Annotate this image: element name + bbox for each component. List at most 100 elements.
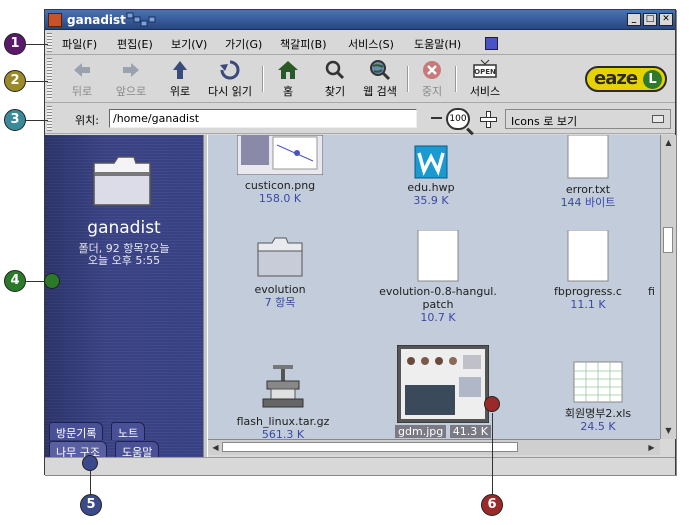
file-name: fbprogress.c [554,285,622,298]
file-name: evolution-0.8-hangul. [379,285,497,298]
file-item[interactable]: 회원명부2.xls 24.5 K [538,361,658,433]
file-name: fi [648,285,655,298]
reload-button[interactable]: 다시 읽기 [203,59,257,99]
up-button[interactable]: 위로 [165,59,195,99]
reload-icon [220,60,240,80]
toolbar-separator [262,66,264,92]
file-size: 561.3 K [261,428,305,439]
app-icon [48,13,62,27]
title-logo-icon [126,12,156,27]
file-item[interactable]: gdm.jpg 41.3 K [378,345,508,438]
file-name-line2: patch [422,298,454,311]
file-name: evolution [254,283,306,296]
eazel-logo-text: eaze [594,68,638,89]
c-source-document-icon [567,230,609,282]
file-size: 144 바이트 [560,196,616,209]
menu-edit[interactable]: 편집(E) [117,36,153,52]
menu-view[interactable]: 보기(V) [171,36,207,52]
file-item[interactable]: fi [648,285,660,298]
sidebar-tab-tree[interactable]: 나무 구조 [49,441,107,457]
menu-file[interactable]: 파일(F) [62,36,97,52]
open-sign-icon: OPEN [473,59,497,78]
image-thumbnail-icon [237,135,323,175]
callout-6: 6 [481,494,503,516]
scroll-right-icon[interactable]: ▶ [646,442,657,453]
file-item[interactable]: error.txt 144 바이트 [528,135,648,209]
search-icon [325,60,345,80]
file-item[interactable]: evolution 7 항목 [220,237,340,309]
patch-document-icon [417,230,459,282]
view-mode-select[interactable]: Icons 로 보기 [505,109,671,129]
location-input[interactable] [109,109,417,128]
sidebar-folder-name: ganadist [87,218,161,238]
callout-line [26,81,48,82]
toolbar-separator [407,66,409,92]
callout-1: 1 [4,33,26,55]
web-search-icon [370,60,391,81]
vertical-scrollbar[interactable]: ▲ ▼ [660,135,676,439]
view-mode-label: Icons 로 보기 [511,115,578,128]
callout-6-marker [484,396,500,412]
menu-help[interactable]: 도움말(H) [414,36,461,52]
locationbar-grip[interactable] [47,106,52,131]
zoom-out-button[interactable] [431,117,442,119]
eazel-logo[interactable]: eaze L [585,66,667,92]
scroll-up-icon[interactable]: ▲ [663,137,674,148]
title-bar[interactable]: ganadist _ □ ✕ [45,10,675,30]
menu-bookmarks[interactable]: 책갈피(B) [280,36,327,52]
toolbar-grip[interactable] [47,58,52,100]
home-button[interactable]: 홈 [273,59,303,99]
dropdown-icon [652,115,664,123]
file-size: 24.5 K [580,420,616,433]
scroll-left-icon[interactable]: ◀ [210,442,221,453]
file-size: 10.7 K [420,311,456,324]
services-button[interactable]: OPEN 서비스 [465,59,505,99]
stop-button[interactable]: 중지 [417,59,447,99]
eazel-logo-l: L [643,70,662,89]
maximize-button[interactable]: □ [643,13,657,26]
file-item[interactable]: evolution-0.8-hangul. patch 10.7 K [368,230,508,324]
jpg-thumbnail-icon [397,345,489,423]
callout-5-marker [82,455,98,471]
sidebar: ganadist 폴더, 92 항목?오늘 오늘 오후 5:55 방문기록 노트… [45,135,203,457]
back-button[interactable]: 뒤로 [67,59,97,99]
web-search-button[interactable]: 웹 검색 [358,59,402,99]
spreadsheet-icon [573,361,623,403]
file-size: 158.0 K [258,192,302,205]
file-item[interactable]: custicon.png 158.0 K [220,135,340,205]
zoom-in-button[interactable] [480,111,497,128]
callout-line [26,120,48,121]
forward-button[interactable]: 앞으로 [109,59,153,99]
file-size: 7 항목 [264,296,296,309]
hwp-document-icon [414,145,448,179]
menubar-grip[interactable] [47,33,52,52]
file-item[interactable]: flash_linux.tar.gz 561.3 K [218,365,348,439]
file-item[interactable]: fbprogress.c 11.1 K [528,230,648,311]
file-name: 회원명부2.xls [564,407,632,420]
callout-3: 3 [4,109,26,131]
close-button[interactable]: ✕ [659,13,673,26]
zoom-level[interactable]: 100 [446,108,470,130]
menu-services[interactable]: 서비스(S) [348,36,394,52]
file-manager-window: ganadist _ □ ✕ 파일(F) 편집(E) 보기(V) 가기(G) 책… [44,9,676,475]
menu-extra-icon[interactable] [485,37,498,50]
up-arrow-icon [173,61,187,79]
sidebar-tab-notes[interactable]: 노트 [111,422,146,440]
menu-go[interactable]: 가기(G) [225,36,262,52]
file-name: gdm.jpg [395,425,447,438]
file-size: 11.1 K [570,298,606,311]
vertical-scroll-thumb[interactable] [663,227,673,253]
file-item[interactable]: edu.hwp 35.9 K [376,135,486,207]
location-label: 위치: [75,114,99,127]
minimize-button[interactable]: _ [627,13,641,26]
horizontal-scrollbar[interactable]: ◀ ▶ [208,439,660,455]
file-icon-view: custicon.png 158.0 K edu.hwp 35.9 K erro… [208,135,660,439]
search-button[interactable]: 찾기 [320,59,350,99]
callout-2: 2 [4,70,26,92]
sidebar-tab-help[interactable]: 도움말 [115,441,160,457]
horizontal-scroll-thumb[interactable] [222,442,518,452]
file-name: custicon.png [244,179,316,192]
scroll-down-icon[interactable]: ▼ [663,425,674,436]
sidebar-tab-history[interactable]: 방문기록 [49,422,104,440]
toolbar: 뒤로 앞으로 위로 다시 읽기 홈 찾기 웹 검색 중지 OPEN 서비스 ea… [45,56,675,103]
